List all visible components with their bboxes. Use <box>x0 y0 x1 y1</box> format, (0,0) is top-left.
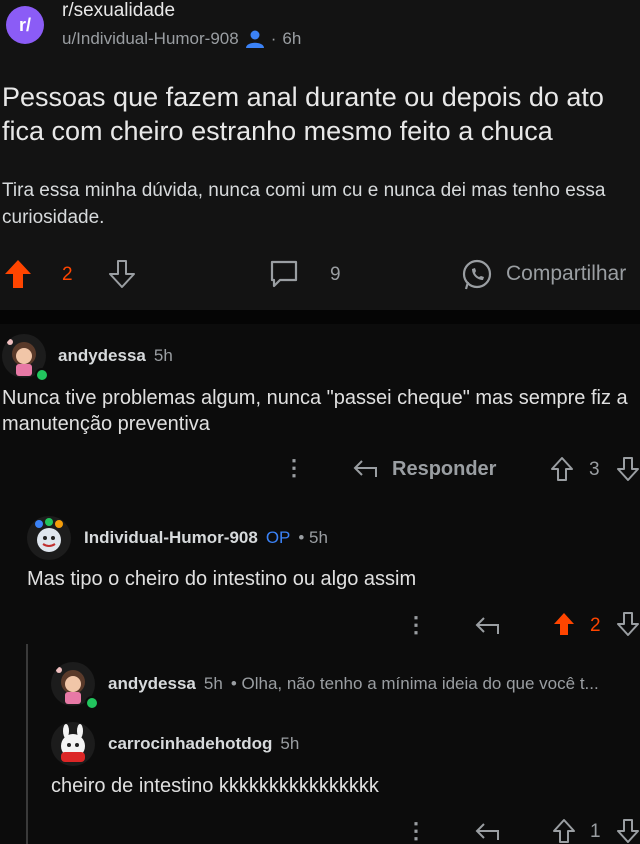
reply-icon[interactable] <box>352 458 380 480</box>
comment-username[interactable]: andydessa <box>108 674 196 694</box>
comment-text: cheiro de intestino kkkkkkkkkkkkkkkk <box>51 775 379 797</box>
share-button[interactable]: Compartilhar <box>506 262 626 286</box>
upvote-icon[interactable] <box>552 818 576 844</box>
meta-separator: · <box>270 29 277 48</box>
comment-score: 3 <box>589 459 600 480</box>
reply-icon[interactable] <box>474 615 502 637</box>
comment-age: 5h <box>153 346 173 365</box>
downvote-icon[interactable] <box>616 456 640 482</box>
post-author[interactable]: u/Individual-Humor-908 <box>62 29 239 49</box>
post-meta: u/Individual-Humor-908 · 6h <box>62 29 301 49</box>
comment-age: • 5h <box>298 528 328 547</box>
collapsed-comment[interactable]: andydessa 5h • Olha, não tenho a mínima … <box>108 674 638 694</box>
subreddit-name[interactable]: r/sexualidade <box>62 0 175 22</box>
online-indicator <box>35 368 49 382</box>
reply-button[interactable]: Responder <box>392 458 496 481</box>
subreddit-icon[interactable]: r/ <box>6 6 44 44</box>
upvote-icon[interactable] <box>550 456 574 482</box>
more-options-icon[interactable]: ⋮ <box>405 818 427 844</box>
comment-text: Mas tipo o cheiro do intestino ou algo a… <box>27 568 417 590</box>
comments-icon[interactable] <box>268 258 300 290</box>
downvote-icon[interactable] <box>616 611 640 637</box>
comment-header: carrocinhadehotdog 5h <box>108 734 299 754</box>
comment-count: 9 <box>330 264 341 285</box>
comment-age: 5h <box>280 734 300 753</box>
thread-line[interactable] <box>26 644 28 844</box>
avatar-individual-humor-908[interactable] <box>27 516 71 560</box>
post-age: 6h <box>282 29 302 48</box>
post-card: r/ r/sexualidade u/Individual-Humor-908 … <box>0 0 640 310</box>
more-options-icon[interactable]: ⋮ <box>283 455 305 481</box>
post-divider <box>0 310 640 324</box>
avatar-carrocinhadehotdog[interactable] <box>51 722 95 766</box>
online-indicator <box>85 696 99 710</box>
reply-icon[interactable] <box>474 821 502 843</box>
comment-username[interactable]: andydessa <box>58 346 146 366</box>
post-title[interactable]: Pessoas que fazem anal durante ou depois… <box>2 80 640 148</box>
post-score: 2 <box>62 264 73 285</box>
comment-score: 2 <box>590 615 601 636</box>
comment-header: Individual-Humor-908 OP • 5h <box>84 528 328 548</box>
post-body: Tira essa minha dúvida, nunca comi um cu… <box>2 180 606 228</box>
comment-username[interactable]: Individual-Humor-908 <box>84 528 258 548</box>
more-options-icon[interactable]: ⋮ <box>405 612 427 638</box>
comment-score: 1 <box>590 821 601 842</box>
upvote-icon[interactable] <box>552 611 576 637</box>
user-icon <box>245 30 265 48</box>
whatsapp-share-icon[interactable] <box>460 258 494 292</box>
comment-age: 5h <box>203 674 223 693</box>
comment-username[interactable]: carrocinhadehotdog <box>108 734 272 754</box>
downvote-icon[interactable] <box>616 818 640 844</box>
post-actions: 2 9 Compartilhar <box>0 255 640 295</box>
comment-preview: • Olha, não tenho a mínima ideia do que … <box>230 674 599 693</box>
downvote-icon[interactable] <box>108 259 136 289</box>
upvote-icon[interactable] <box>4 259 32 289</box>
comment-text: Nunca tive problemas algum, nunca "passe… <box>2 387 628 435</box>
comment-header: andydessa 5h <box>58 346 173 366</box>
op-badge: OP <box>265 528 291 547</box>
